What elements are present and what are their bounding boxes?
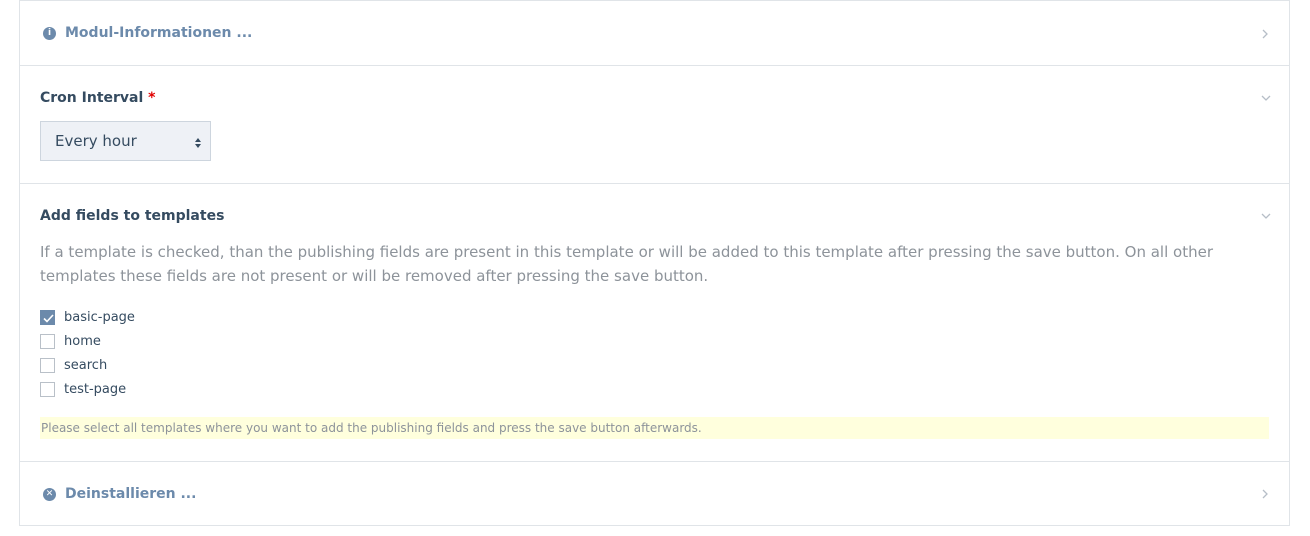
module-config-panel: i Modul-Informationen ... Cron Interval … [19,0,1290,526]
templates-description: If a template is checked, than the publi… [40,243,1213,285]
template-option-label: search [64,357,108,373]
module-info-label: Modul-Informationen ... [65,25,253,41]
module-info-header[interactable]: i Modul-Informationen ... [20,1,1289,65]
chevron-down-icon[interactable] [1261,212,1271,220]
templates-note: Please select all templates where you wa… [40,417,1269,439]
cron-interval-select[interactable]: Every hour [40,121,211,161]
templates-section: Add fields to templates If a template is… [20,184,1289,462]
required-marker: * [148,90,156,106]
template-option-label: test-page [64,381,127,397]
checkbox[interactable] [40,333,55,349]
checkbox[interactable] [40,381,55,397]
checkbox[interactable] [40,357,55,373]
module-info-section: i Modul-Informationen ... [20,1,1289,66]
cron-interval-section: Cron Interval * Every hour [20,66,1289,184]
select-arrows-icon [195,135,201,153]
cron-interval-label: Cron Interval * [40,90,156,106]
cron-interval-value: Every hour [55,132,137,150]
templates-title: Add fields to templates [40,208,225,224]
checkbox-checked[interactable] [40,309,55,325]
chevron-right-icon[interactable] [1261,489,1269,499]
uninstall-label: Deinstallieren ... [65,486,197,502]
chevron-down-icon[interactable] [1261,94,1271,102]
template-option-label: home [64,333,101,349]
template-option-test-page[interactable]: test-page [40,380,126,398]
chevron-right-icon[interactable] [1261,29,1269,39]
times-circle-icon: ✕ [43,487,56,501]
template-option-search[interactable]: search [40,356,107,374]
uninstall-section: ✕ Deinstallieren ... [20,462,1289,526]
template-option-home[interactable]: home [40,332,101,350]
uninstall-header[interactable]: ✕ Deinstallieren ... [20,462,1289,526]
info-icon: i [43,26,56,40]
template-option-basic-page[interactable]: basic-page [40,308,135,326]
template-option-label: basic-page [64,309,135,325]
